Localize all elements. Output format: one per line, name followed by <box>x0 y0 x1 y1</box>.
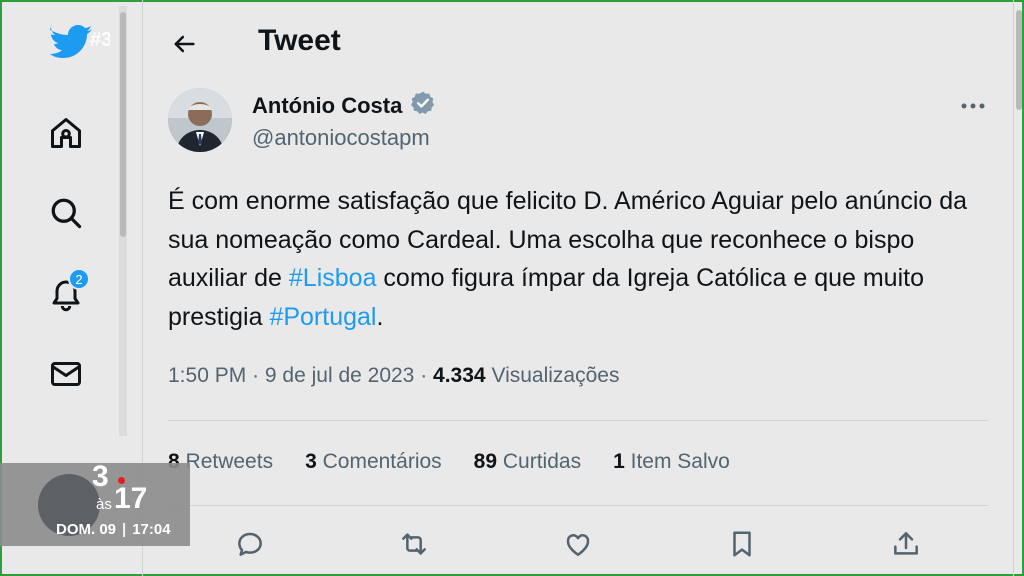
author-handle[interactable]: @antoniocostapm <box>252 125 430 151</box>
share-icon[interactable] <box>886 524 926 564</box>
messages-envelope-icon[interactable] <box>44 352 88 396</box>
tv-logo-number: 3 <box>92 460 109 493</box>
tv-separator: | <box>122 521 127 538</box>
divider-line <box>168 420 988 421</box>
stat-label: Item Salvo <box>630 450 730 473</box>
tv-logo-small: às <box>96 496 112 513</box>
stat-label: Comentários <box>322 450 442 473</box>
comments-stat[interactable]: 3 Comentários <box>305 450 442 474</box>
meta-separator: · <box>420 364 434 387</box>
column-divider-right <box>1013 0 1014 576</box>
hashtag-link[interactable]: #Lisboa <box>289 264 377 292</box>
stat-count: 89 <box>473 450 498 473</box>
reply-icon[interactable] <box>230 524 270 564</box>
bookmark-icon[interactable] <box>722 524 762 564</box>
tweet-time[interactable]: 1:50 PM <box>168 364 246 387</box>
tv-time: 17:04 <box>132 521 171 538</box>
tv-datetime: DOM. 09 | 17:04 <box>56 521 171 538</box>
author-avatar[interactable] <box>168 88 232 152</box>
tweet-stats: 8 Retweets 3 Comentários 89 Curtidas 1 I… <box>168 450 762 474</box>
views-label: Visualizações <box>491 364 620 387</box>
likes-stat[interactable]: 89 Curtidas <box>474 450 581 474</box>
stat-label: Curtidas <box>502 450 582 473</box>
bookmarks-stat[interactable]: 1 Item Salvo <box>613 450 730 474</box>
verified-badge-icon <box>410 90 436 122</box>
hashtag-link[interactable]: #Portugal <box>269 303 376 331</box>
tweet-meta: 1:50 PM · 9 de jul de 2023 · 4.334 Visua… <box>168 364 619 388</box>
author-name[interactable]: António Costa <box>252 93 402 119</box>
twitter-logo-icon[interactable]: #3 <box>42 20 112 64</box>
home-icon[interactable] <box>44 111 88 155</box>
tweet-text-part: . <box>376 302 384 331</box>
main-scrollbar-thumb[interactable] <box>1016 10 1022 110</box>
meta-separator: · <box>252 364 265 387</box>
like-heart-icon[interactable] <box>558 524 598 564</box>
stat-count: 3 <box>305 450 317 473</box>
tv-day: DOM. 09 <box>56 521 117 538</box>
tweet-date[interactable]: 9 de jul de 2023 <box>265 364 414 387</box>
more-options-icon[interactable] <box>956 92 990 120</box>
page-title: Tweet <box>258 24 341 57</box>
back-arrow-icon[interactable] <box>166 26 202 62</box>
notifications-badge: 2 <box>68 268 90 290</box>
nav-scrollbar-thumb[interactable] <box>120 12 126 237</box>
stat-count: 1 <box>613 450 625 473</box>
search-icon[interactable] <box>44 191 88 235</box>
tweet-text: É com enorme satisfação que felicito D. … <box>168 182 998 336</box>
divider-line <box>168 505 988 506</box>
author-name-row[interactable]: António Costa <box>252 90 436 122</box>
stat-label: Retweets <box>185 450 274 473</box>
watermark-text: #3 <box>90 29 110 51</box>
views-count: 4.334 <box>433 364 486 387</box>
tv-logo-big: 17 <box>114 482 148 515</box>
retweet-icon[interactable] <box>394 524 434 564</box>
